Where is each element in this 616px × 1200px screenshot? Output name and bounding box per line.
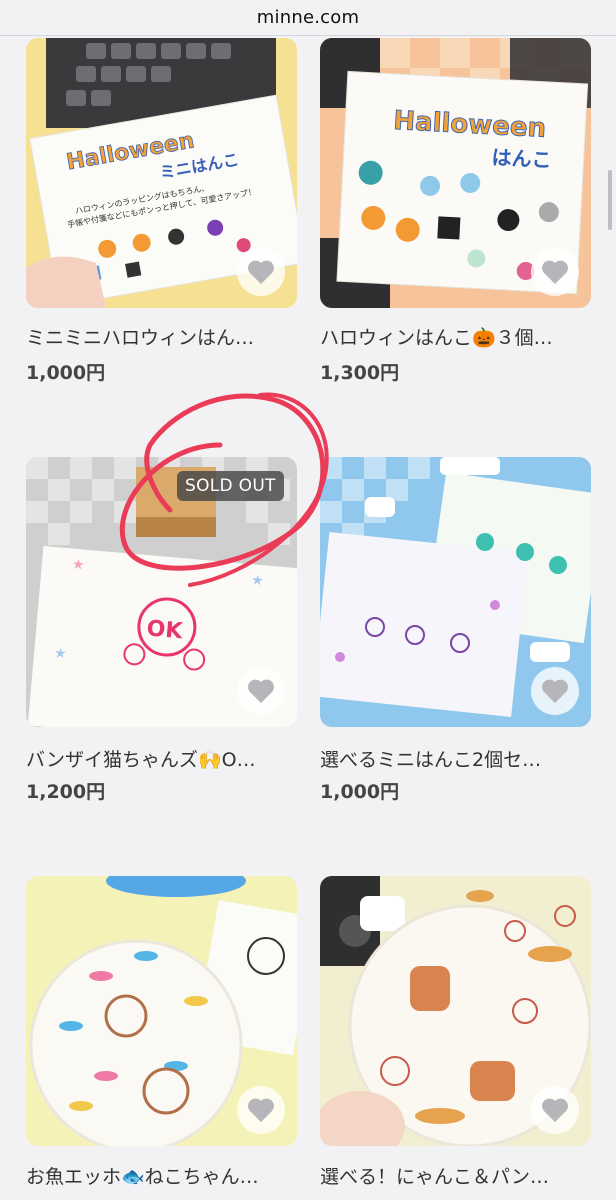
favorite-button[interactable] <box>531 1086 579 1134</box>
product-card[interactable]: お魚エッホ🐟ねこちゃん… <box>26 876 297 1200</box>
product-card[interactable]: 選べる！にゃんこ＆パン… <box>320 876 591 1200</box>
product-image[interactable] <box>320 876 591 1146</box>
image-text-ok: OK <box>146 616 185 644</box>
product-title[interactable]: ハロウィンはんこ🎃３個… <box>320 323 591 350</box>
product-price: 1,200円 <box>26 781 106 803</box>
product-price: 1,000円 <box>320 781 400 803</box>
favorite-button[interactable] <box>237 667 285 715</box>
heart-icon <box>542 260 568 284</box>
product-image[interactable] <box>320 457 591 727</box>
svg-text:★: ★ <box>71 557 85 574</box>
product-price: 1,300円 <box>320 362 400 384</box>
browser-address-bar[interactable]: minne.com <box>0 0 616 36</box>
svg-text:★: ★ <box>53 645 67 662</box>
red-circle-annotation <box>119 392 329 587</box>
favorite-button[interactable] <box>531 667 579 715</box>
product-price: 1,000円 <box>26 362 106 384</box>
heart-icon <box>248 679 274 703</box>
product-card[interactable]: Halloween はんこ ハロウィンはんこ🎃３個… 1,300円 <box>320 38 591 398</box>
product-title[interactable]: ミニミニハロウィンはん… <box>26 323 297 350</box>
image-text-sub: はんこ <box>491 145 552 172</box>
favorite-button[interactable] <box>531 248 579 296</box>
favorite-button[interactable] <box>237 248 285 296</box>
product-card[interactable]: 選べるミニはんこ2個セ… 1,000円 <box>320 457 591 817</box>
product-title[interactable]: バンザイ猫ちゃんズ🙌O… <box>26 745 297 772</box>
url-text: minne.com <box>256 7 360 28</box>
product-card[interactable]: Halloween ミニはんこ ハロウィンのラッピングはもちろん、 手帳や付箋な… <box>26 38 297 398</box>
heart-icon <box>248 260 274 284</box>
heart-icon <box>248 1098 274 1122</box>
product-image[interactable] <box>26 876 297 1146</box>
favorite-button[interactable] <box>237 1086 285 1134</box>
heart-icon <box>542 679 568 703</box>
heart-icon <box>542 1098 568 1122</box>
scrollbar[interactable] <box>608 170 612 230</box>
product-title[interactable]: お魚エッホ🐟ねこちゃん… <box>26 1162 297 1189</box>
product-image[interactable]: Halloween はんこ <box>320 38 591 308</box>
product-title[interactable]: 選べる！にゃんこ＆パン… <box>320 1162 591 1189</box>
product-title[interactable]: 選べるミニはんこ2個セ… <box>320 745 591 772</box>
product-image[interactable]: Halloween ミニはんこ ハロウィンのラッピングはもちろん、 手帳や付箋な… <box>26 38 297 308</box>
